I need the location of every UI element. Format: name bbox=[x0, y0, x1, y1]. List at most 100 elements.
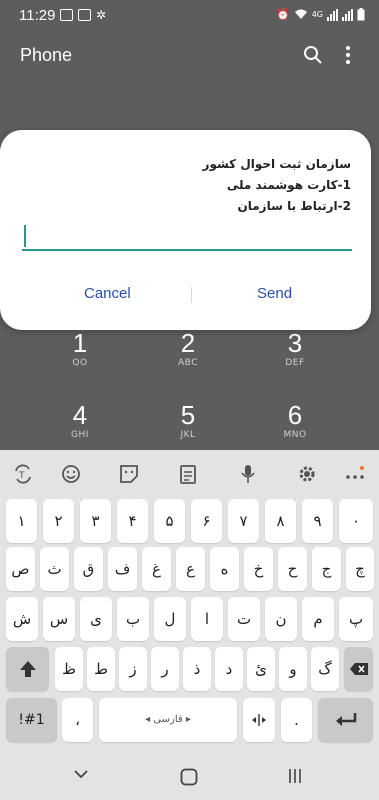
settings-icon[interactable] bbox=[296, 463, 318, 485]
text-cursor bbox=[24, 225, 26, 247]
key-letter[interactable]: ص bbox=[6, 547, 35, 591]
status-bar: 11:29 ✲ ⏰ 4G bbox=[0, 0, 379, 30]
shift-key[interactable] bbox=[6, 647, 49, 691]
sticker-icon[interactable] bbox=[118, 463, 140, 485]
translate-icon[interactable]: T bbox=[12, 463, 34, 485]
status-time: 11:29 bbox=[19, 7, 56, 24]
key-letter[interactable]: ش bbox=[6, 597, 38, 641]
key-digit[interactable]: ٣ bbox=[80, 499, 111, 543]
key-letter[interactable]: ث bbox=[40, 547, 69, 591]
signal-icon bbox=[327, 8, 338, 21]
key-letter[interactable]: ر bbox=[151, 647, 179, 691]
cursor-arrows-icon bbox=[252, 714, 266, 726]
key-letter[interactable]: ه bbox=[210, 547, 239, 591]
mic-icon[interactable] bbox=[237, 463, 259, 485]
comma-key[interactable]: ، bbox=[62, 698, 93, 742]
key-letter[interactable]: چ bbox=[346, 547, 374, 591]
symbols-key[interactable]: !#1 bbox=[6, 698, 57, 742]
key-letter[interactable]: ی bbox=[80, 597, 112, 641]
ussd-message: سازمان ثبت احوال کشور 1-کارت هوشمند ملی … bbox=[203, 154, 351, 217]
button-divider bbox=[191, 287, 192, 303]
key-letter[interactable]: ذ bbox=[183, 647, 211, 691]
key-letter[interactable]: ب bbox=[117, 597, 149, 641]
dialpad-key-2[interactable]: 2 ABC bbox=[148, 328, 228, 368]
app-title: Phone bbox=[20, 45, 73, 65]
emoji-icon[interactable] bbox=[60, 463, 82, 485]
key-letter[interactable]: ج bbox=[312, 547, 341, 591]
space-language-label: فارسی bbox=[153, 714, 183, 725]
dialpad-key-1[interactable]: 1 QO bbox=[40, 328, 120, 368]
backspace-icon bbox=[349, 663, 368, 675]
key-letter[interactable]: ف bbox=[108, 547, 137, 591]
key-letter[interactable]: ت bbox=[228, 597, 260, 641]
key-letter[interactable]: ن bbox=[265, 597, 297, 641]
svg-text:T: T bbox=[18, 471, 25, 481]
key-letter[interactable]: خ bbox=[244, 547, 273, 591]
key-digit[interactable]: ۴ bbox=[117, 499, 148, 543]
key-digit[interactable]: ٨ bbox=[265, 499, 296, 543]
key-letter[interactable]: د bbox=[215, 647, 243, 691]
key-letter[interactable]: گ bbox=[311, 647, 339, 691]
key-letter[interactable]: ا bbox=[191, 597, 223, 641]
battery-icon bbox=[357, 8, 365, 21]
cursor-move-key[interactable] bbox=[243, 698, 275, 742]
dialpad-key-6[interactable]: 6 MNO bbox=[255, 400, 335, 440]
nav-home-icon[interactable] bbox=[180, 768, 198, 786]
enter-icon bbox=[335, 713, 356, 726]
key-digit[interactable]: ۶ bbox=[191, 499, 222, 543]
nav-back-chevron-icon[interactable] bbox=[73, 768, 89, 780]
enter-key[interactable] bbox=[318, 698, 373, 742]
ussd-reply-input[interactable] bbox=[22, 223, 352, 251]
key-letter[interactable]: ط bbox=[87, 647, 115, 691]
key-letter[interactable]: س bbox=[43, 597, 75, 641]
key-letter[interactable]: ع bbox=[176, 547, 205, 591]
navigation-bar bbox=[0, 750, 379, 800]
key-letter[interactable]: ق bbox=[74, 547, 103, 591]
keyboard-letter-row-2: ش س ی ب ل ا ت ن م پ bbox=[0, 597, 379, 641]
wifi-icon bbox=[294, 9, 307, 19]
key-digit[interactable]: ٠ bbox=[339, 499, 373, 543]
clipboard-icon[interactable] bbox=[177, 463, 199, 485]
keyboard-bottom-row: !#1 ، ◂ فارسی ▸ . bbox=[0, 698, 379, 742]
more-icon[interactable] bbox=[344, 463, 366, 485]
gallery-notification-icon bbox=[60, 9, 73, 21]
notification-icon bbox=[78, 9, 91, 21]
dialpad-key-3[interactable]: 3 DEF bbox=[255, 328, 335, 368]
more-vert-icon[interactable] bbox=[343, 45, 353, 65]
ussd-line-1: سازمان ثبت احوال کشور bbox=[202, 157, 351, 171]
backspace-key[interactable] bbox=[344, 647, 373, 691]
ussd-dialog: سازمان ثبت احوال کشور 1-کارت هوشمند ملی … bbox=[0, 130, 371, 330]
keyboard-letter-row-3: ظ ط ز ر ذ د ئ و گ bbox=[0, 647, 379, 691]
key-digit[interactable]: ٢ bbox=[43, 499, 74, 543]
settings-notification-icon: ✲ bbox=[96, 8, 107, 22]
key-letter[interactable]: ز bbox=[119, 647, 147, 691]
alarm-icon: ⏰ bbox=[276, 8, 290, 21]
key-digit[interactable]: ٧ bbox=[228, 499, 259, 543]
key-letter[interactable]: ل bbox=[154, 597, 186, 641]
key-digit[interactable]: ٩ bbox=[302, 499, 333, 543]
signal-icon-2 bbox=[342, 8, 353, 21]
key-letter[interactable]: ئ bbox=[247, 647, 275, 691]
network-type: 4G bbox=[311, 10, 323, 19]
period-key[interactable]: . bbox=[281, 698, 312, 742]
send-button[interactable]: Send bbox=[257, 285, 292, 302]
cancel-button[interactable]: Cancel bbox=[84, 285, 131, 302]
key-letter[interactable]: م bbox=[302, 597, 334, 641]
dialpad-key-4[interactable]: 4 GHI bbox=[40, 400, 120, 440]
key-letter[interactable]: ح bbox=[278, 547, 307, 591]
shift-arrow-icon bbox=[19, 661, 36, 677]
dialpad-key-5[interactable]: 5 JKL bbox=[148, 400, 228, 440]
key-digit[interactable]: ١ bbox=[6, 499, 37, 543]
key-letter[interactable]: پ bbox=[339, 597, 373, 641]
key-letter[interactable]: و bbox=[279, 647, 307, 691]
keyboard-letter-row-1: ص ث ق ف غ ع ه خ ح ج چ bbox=[0, 547, 379, 591]
keyboard-toolbar: T bbox=[0, 450, 379, 496]
key-letter[interactable]: ظ bbox=[55, 647, 83, 691]
space-key[interactable]: ◂ فارسی ▸ bbox=[99, 698, 237, 742]
key-letter[interactable]: غ bbox=[142, 547, 171, 591]
ussd-line-2: 1-کارت هوشمند ملی bbox=[226, 178, 351, 192]
key-digit[interactable]: ۵ bbox=[154, 499, 185, 543]
search-icon[interactable] bbox=[303, 45, 323, 65]
ussd-line-3: 2-ارتباط با سازمان bbox=[237, 199, 352, 213]
nav-recents-icon[interactable] bbox=[287, 768, 303, 784]
